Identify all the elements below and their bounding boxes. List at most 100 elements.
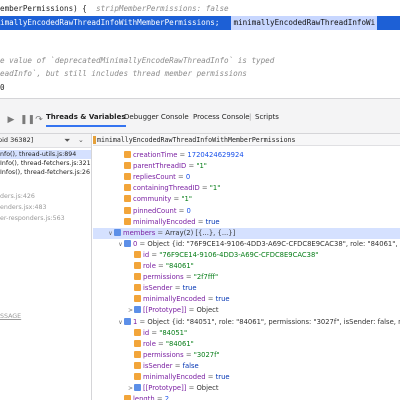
object-icon	[134, 306, 141, 314]
variable-value: true	[205, 217, 220, 226]
code-comment: eadInfo`, but still includes thread memb…	[0, 69, 247, 78]
field-icon	[124, 173, 131, 181]
variable-row[interactable]: > [[Prototype]] = Object	[93, 305, 400, 316]
equals-sign: =	[171, 195, 182, 204]
code-line: emberPermissions) { stripMemberPermissio…	[0, 3, 229, 15]
field-icon	[134, 350, 141, 358]
resume-icon[interactable]: ▶	[6, 115, 16, 125]
stack-frame[interactable]: er-responders.js:563	[0, 214, 65, 223]
variable-row[interactable]: pinnedCount = 0	[93, 206, 400, 217]
stack-frame[interactable]: nfo(), thread-utils.js:894	[0, 150, 91, 159]
equals-sign: =	[177, 151, 188, 159]
variable-value: true	[215, 295, 230, 304]
variable-name: community	[133, 195, 172, 204]
variable-value: Object {id: "76F9CE14-9106-4DD3-A69C-CFD…	[147, 239, 400, 248]
filter-icon[interactable]: ⏷	[64, 136, 70, 146]
variable-value: 0	[185, 173, 191, 182]
variable-value: Object {id: "84051", role: "84061", perm…	[147, 317, 400, 326]
equals-sign: =	[186, 162, 197, 171]
variable-row[interactable]: permissions = "3027f"	[93, 350, 400, 361]
variable-name: isSender	[143, 361, 173, 370]
variable-row[interactable]: role = "84061"	[93, 339, 400, 350]
chevron-down-icon[interactable]: ∨	[117, 317, 124, 328]
tab-threads-variables[interactable]: Threads & Variables	[46, 113, 126, 127]
variable-row[interactable]: length = 2	[93, 394, 400, 400]
tab-debugger-console[interactable]: Debugger Console	[124, 113, 189, 121]
variable-name: length	[133, 395, 155, 400]
pause-icon[interactable]: ❚❚	[20, 115, 35, 125]
equals-sign: =	[186, 384, 197, 393]
variable-row[interactable]: containingThreadID = "1"	[93, 183, 400, 194]
object-icon	[124, 239, 131, 247]
variable-row[interactable]: minimallyEncoded = true	[93, 372, 400, 383]
variable-row[interactable]: isSender = false	[93, 361, 400, 372]
equals-sign: =	[183, 273, 194, 282]
variable-name: isSender	[143, 284, 173, 293]
variable-row[interactable]: community = "1"	[93, 194, 400, 205]
gutter-marker	[93, 136, 96, 144]
code-editor[interactable]: emberPermissions) { stripMemberPermissio…	[0, 0, 400, 98]
chevron-right-icon[interactable]: >	[127, 305, 134, 316]
field-icon	[134, 361, 141, 369]
variable-row[interactable]: ∨ 0 = Object {id: "76F9CE14-9106-4DD3-A69…	[93, 239, 400, 250]
equals-sign: =	[176, 206, 187, 215]
async-frame-link[interactable]: SSAGE	[0, 312, 21, 321]
variable-row[interactable]: role = "84061"	[93, 261, 400, 272]
variable-name: parentThreadID	[133, 162, 187, 171]
variable-row[interactable]: ∨ 1 = Object {id: "84051", role: "84061",…	[93, 317, 400, 328]
chevron-right-icon[interactable]: >	[127, 383, 134, 394]
thread-selector[interactable]: pid 36382]	[0, 136, 33, 144]
chevron-down-icon[interactable]: ∨	[107, 228, 114, 239]
equals-sign: =	[149, 328, 160, 337]
stack-frame[interactable]: enders.jsx:483	[0, 203, 47, 212]
variable-row[interactable]: permissions = "2f7fff"	[93, 272, 400, 283]
field-icon	[134, 250, 141, 258]
variable-row[interactable]: id = "76F9CE14-9106-4DD3-A69C-CFDC8E9CAC…	[93, 250, 400, 261]
equals-sign: =	[149, 250, 160, 259]
frames-header: pid 36382] ⏷ ⌄	[0, 134, 91, 148]
tab-process-console[interactable]: Process Console	[193, 113, 250, 121]
equals-sign: =	[137, 239, 148, 248]
frames-panel: pid 36382] ⏷ ⌄ nfo(), thread-utils.js:89…	[0, 134, 92, 400]
tab-scripts[interactable]: Scripts	[255, 113, 279, 121]
variable-row[interactable]: id = "84051"	[93, 328, 400, 339]
evaluated-expression: minimallyEncodedRawThreadInfoWithMemberP…	[97, 136, 296, 144]
variable-row[interactable]: ∨ members = Array(2) [{...}, {...}]	[93, 227, 400, 239]
variable-value: "1"	[209, 184, 221, 193]
step-over-icon[interactable]: ↷	[34, 115, 44, 125]
variable-value: 1720424629924	[187, 151, 244, 159]
variable-row[interactable]: > [[Prototype]] = Object	[93, 383, 400, 394]
dropdown-icon[interactable]: ⌄	[78, 136, 84, 144]
stack-frame[interactable]: Infos(), thread-fetchers.js:26	[0, 168, 90, 177]
field-icon	[124, 206, 131, 214]
variable-row[interactable]: minimallyEncoded = true	[93, 294, 400, 305]
variable-row[interactable]: isSender = true	[93, 283, 400, 294]
variable-row[interactable]: parentThreadID = "1"	[93, 161, 400, 172]
variable-value: true	[182, 284, 197, 293]
variable-value: false	[182, 361, 199, 370]
field-icon	[134, 284, 141, 292]
field-icon	[134, 273, 141, 281]
equals-sign: =	[195, 217, 206, 226]
variable-value: "84061"	[165, 262, 194, 270]
equals-sign: =	[172, 284, 183, 293]
variable-value: "84051"	[159, 328, 188, 337]
variable-name: [[Prototype]]	[143, 306, 187, 315]
variable-value: "76F9CE14-9106-4DD3-A69C-CFDC8E9CAC38"	[159, 250, 319, 259]
chevron-down-icon[interactable]: ∨	[117, 239, 124, 250]
variable-name: repliesCount	[133, 173, 176, 182]
stack-frame[interactable]: ders.js:426	[0, 192, 35, 201]
stack-frame[interactable]: Info(), thread-fetchers.js:321	[0, 159, 91, 168]
field-icon	[134, 262, 141, 269]
variable-row[interactable]: creationTime = 1720424629924	[93, 150, 400, 161]
tab-separator: |	[249, 113, 252, 121]
variables-header: minimallyEncodedRawThreadInfoWithMemberP…	[93, 134, 400, 146]
field-icon	[134, 328, 141, 336]
variable-row[interactable]: minimallyEncoded = true	[93, 217, 400, 228]
equals-sign: =	[186, 306, 197, 315]
field-icon	[124, 162, 131, 170]
field-icon	[134, 373, 141, 380]
variable-value: Object	[196, 384, 219, 393]
equals-sign: =	[205, 295, 216, 304]
variable-row[interactable]: repliesCount = 0	[93, 172, 400, 183]
